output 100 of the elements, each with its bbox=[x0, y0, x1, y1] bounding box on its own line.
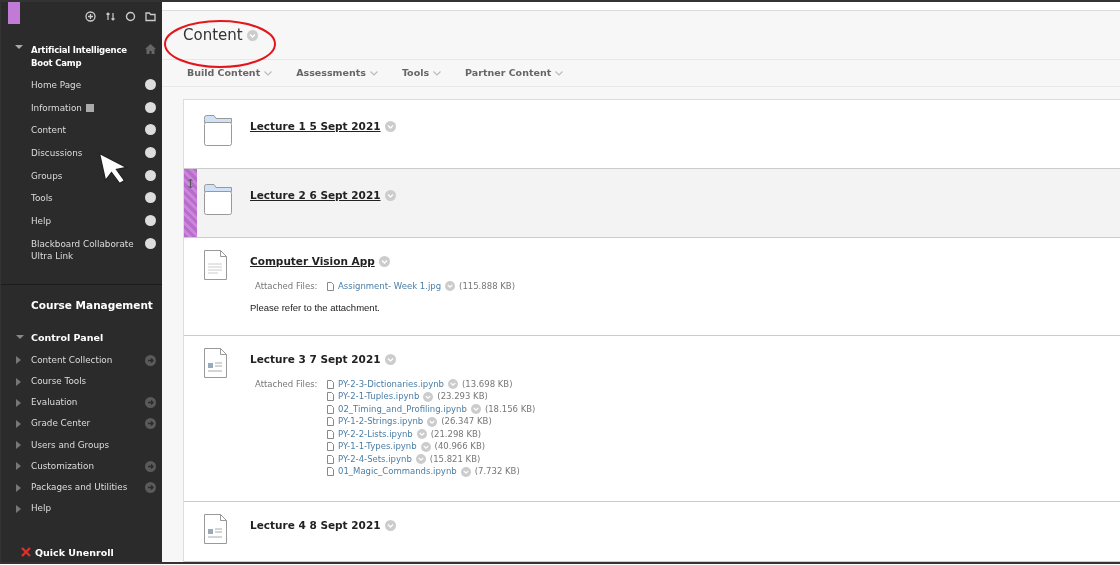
options-icon[interactable] bbox=[445, 281, 456, 291]
options-icon[interactable] bbox=[384, 121, 396, 133]
options-icon[interactable] bbox=[427, 416, 438, 427]
page-title: Content bbox=[183, 24, 243, 46]
file-size: (115.888 KB) bbox=[459, 279, 515, 293]
file-link[interactable]: Assignment- Week 1.jpg bbox=[338, 279, 442, 293]
move-icon[interactable] bbox=[188, 179, 193, 188]
file-link[interactable]: PY-2-1-Tuples.ipynb bbox=[338, 390, 420, 403]
quick-unenroll-link[interactable]: Quick Unenroll bbox=[35, 545, 114, 559]
item-description: Please refer to the attachment. bbox=[250, 300, 381, 315]
arrow-circle-icon[interactable] bbox=[145, 482, 156, 494]
panel-item[interactable]: Content Collection bbox=[31, 353, 113, 367]
options-icon[interactable] bbox=[460, 466, 471, 477]
arrow-circle-icon[interactable] bbox=[145, 418, 156, 430]
toolbar-menu[interactable]: Tools bbox=[401, 65, 442, 81]
file-link[interactable]: PY-2-2-Lists.ipynb bbox=[338, 427, 413, 441]
item-title-link[interactable]: Lecture 2 6 Sept 2021 bbox=[250, 188, 381, 204]
file-link[interactable]: PY-2-4-Sets.ipynb bbox=[338, 452, 412, 466]
arrow-circle-icon[interactable] bbox=[145, 460, 156, 472]
toolbar-menu[interactable]: Build Content bbox=[187, 65, 273, 81]
collapse-caret-icon[interactable] bbox=[16, 334, 25, 342]
toolbar-menu[interactable]: Assessments bbox=[296, 65, 378, 81]
panel-item[interactable]: Help bbox=[31, 502, 52, 516]
menu-item[interactable]: Blackboard Collaborate Ultra Link bbox=[31, 237, 143, 262]
expand-caret-icon[interactable] bbox=[16, 462, 22, 471]
caret-icon bbox=[433, 70, 442, 76]
menu-options-icon[interactable] bbox=[145, 79, 156, 90]
expand-caret-icon[interactable] bbox=[16, 504, 22, 513]
collapse-caret-icon[interactable] bbox=[15, 44, 24, 51]
menu-options-icon[interactable] bbox=[145, 237, 156, 249]
menu-item[interactable]: Groups bbox=[31, 169, 63, 182]
control-panel-toggle[interactable]: Control Panel bbox=[31, 331, 104, 345]
item-title-link[interactable]: Computer Vision App bbox=[250, 254, 375, 270]
item-title: Lecture 4 8 Sept 2021 bbox=[250, 518, 381, 533]
panel-item[interactable]: Users and Groups bbox=[31, 438, 110, 452]
expand-caret-icon[interactable] bbox=[16, 377, 22, 386]
menu-options-icon[interactable] bbox=[145, 147, 156, 159]
file-link[interactable]: PY-1-1-Types.ipynb bbox=[338, 440, 417, 453]
menu-options-icon[interactable] bbox=[145, 169, 156, 181]
options-icon[interactable] bbox=[423, 391, 434, 402]
drag-handle[interactable] bbox=[184, 169, 197, 237]
expand-caret-icon[interactable] bbox=[16, 441, 22, 450]
options-icon[interactable] bbox=[384, 520, 396, 532]
menu-options-icon[interactable] bbox=[145, 124, 156, 136]
file-icon bbox=[327, 281, 334, 291]
folder-icon[interactable] bbox=[145, 11, 156, 22]
panel-item[interactable]: Grade Center bbox=[31, 417, 91, 431]
folder-icon bbox=[204, 115, 232, 146]
arrow-circle-icon[interactable] bbox=[145, 397, 156, 409]
options-icon[interactable] bbox=[415, 454, 426, 464]
folder-icon bbox=[204, 184, 232, 215]
document-icon bbox=[204, 348, 227, 378]
options-icon[interactable] bbox=[384, 190, 396, 202]
menu-item[interactable]: Tools bbox=[31, 192, 53, 205]
arrow-circle-icon[interactable] bbox=[145, 354, 156, 366]
options-icon[interactable] bbox=[420, 441, 431, 452]
options-icon[interactable] bbox=[378, 256, 390, 268]
expand-caret-icon[interactable] bbox=[16, 483, 22, 492]
panel-item[interactable]: Course Tools bbox=[31, 375, 87, 389]
menu-item[interactable]: Content bbox=[31, 124, 66, 137]
menu-options-icon[interactable] bbox=[145, 215, 156, 227]
menu-item[interactable]: Home Page bbox=[31, 79, 82, 91]
file-size: (7.732 KB) bbox=[474, 465, 520, 478]
menu-item[interactable]: Information bbox=[31, 101, 82, 114]
file-size: (18.156 KB) bbox=[484, 402, 536, 416]
attached-files-label: Attached Files: bbox=[255, 279, 319, 293]
panel-item[interactable]: Customization bbox=[31, 459, 94, 473]
course-title[interactable]: Artificial Intelligence Boot Camp bbox=[31, 44, 141, 70]
menu-options-icon[interactable] bbox=[145, 192, 156, 204]
file-link[interactable]: PY-2-3-Dictionaries.ipynb bbox=[338, 377, 444, 391]
expand-caret-icon[interactable] bbox=[16, 356, 22, 365]
panel-item[interactable]: Evaluation bbox=[31, 396, 78, 410]
document-icon bbox=[204, 250, 227, 280]
expand-caret-icon[interactable] bbox=[16, 398, 22, 407]
sort-icon[interactable] bbox=[105, 11, 116, 22]
file-size: (23.293 KB) bbox=[437, 390, 488, 403]
menu-item[interactable]: Help bbox=[31, 215, 52, 228]
file-size: (21.298 KB) bbox=[430, 427, 482, 441]
options-icon[interactable] bbox=[416, 429, 427, 439]
item-title-link[interactable]: Lecture 1 5 Sept 2021 bbox=[250, 119, 381, 135]
section-title: Course Management bbox=[30, 297, 154, 313]
file-link[interactable]: 02_Timing_and_Profiling.ipynb bbox=[338, 402, 467, 416]
file-size: (13.698 KB) bbox=[462, 377, 513, 391]
options-icon[interactable] bbox=[448, 379, 458, 389]
options-icon[interactable] bbox=[246, 29, 258, 41]
document-icon bbox=[204, 514, 227, 544]
file-link[interactable]: 01_Magic_Commands.ipynb bbox=[338, 465, 457, 478]
menu-item[interactable]: Discussions bbox=[31, 147, 83, 160]
options-icon[interactable] bbox=[384, 354, 396, 366]
expand-caret-icon[interactable] bbox=[16, 419, 22, 428]
close-icon[interactable] bbox=[21, 547, 31, 557]
add-icon[interactable] bbox=[85, 11, 96, 22]
file-size: (15.821 KB) bbox=[429, 452, 481, 466]
options-icon[interactable] bbox=[470, 404, 481, 414]
menu-options-icon[interactable] bbox=[145, 101, 156, 113]
panel-item[interactable]: Packages and Utilities bbox=[31, 480, 128, 495]
toolbar-menu[interactable]: Partner Content bbox=[465, 65, 564, 81]
home-icon[interactable] bbox=[145, 44, 156, 54]
caret-icon bbox=[555, 70, 564, 76]
file-link[interactable]: PY-1-2-Strings.ipynb bbox=[338, 415, 424, 428]
